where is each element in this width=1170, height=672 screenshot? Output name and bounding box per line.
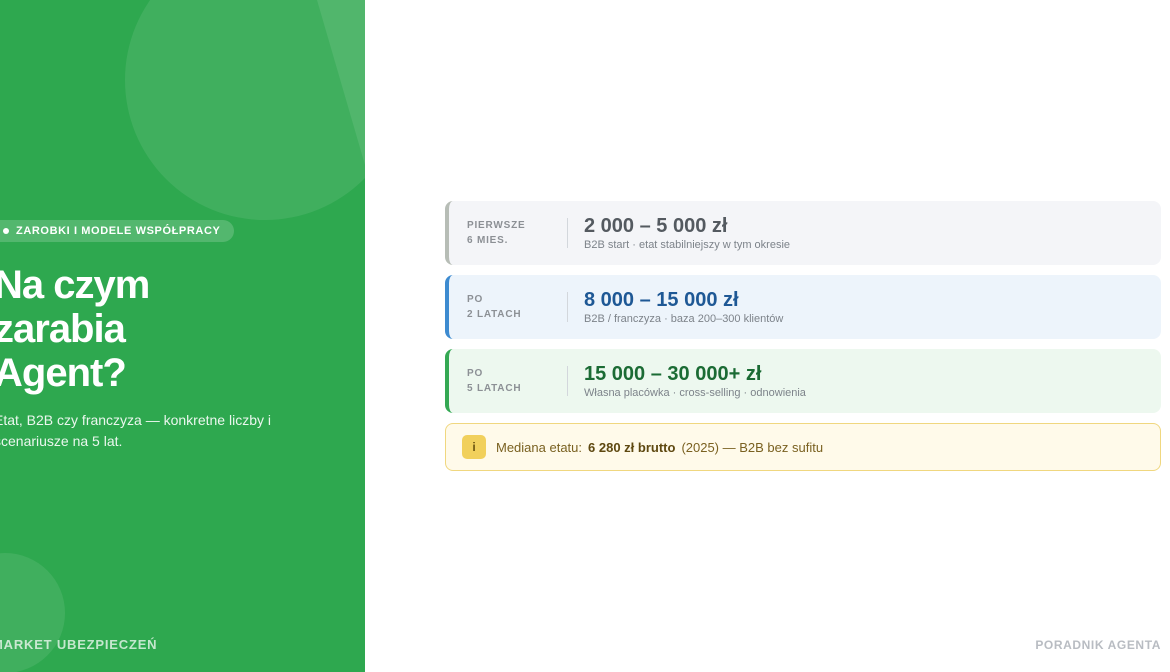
earnings-card-first-6-months: PIERWSZE 6 MIES. 2 000 – 5 000 zł B2B st… (445, 201, 1161, 265)
info-prefix: Mediana etatu: (496, 439, 583, 455)
info-suffix: (2025) — B2B bez sufitu (681, 439, 824, 455)
period-label: PIERWSZE 6 MIES. (467, 218, 567, 248)
earnings-description: Własna placówka · cross-selling · odnowi… (584, 387, 806, 399)
page-title: Na czym zarabia Agent? (0, 263, 150, 395)
earnings-value: 2 000 – 5 000 zł (584, 215, 728, 237)
divider (567, 366, 568, 396)
period-label: PO 5 LATACH (467, 366, 567, 396)
title-line: Na czym (0, 263, 150, 307)
series-footer: PORADNIK AGENTA (1035, 638, 1161, 652)
earnings-description: B2B start · etat stabilniejszy w tym okr… (584, 239, 791, 251)
earnings-value: 8 000 – 15 000 zł (584, 289, 739, 311)
earnings-description: B2B / franczyza · baza 200–300 klientów (584, 313, 784, 325)
badge-dot-icon (3, 228, 9, 234)
period-label: PO 2 LATACH (467, 292, 567, 322)
info-icon: i (462, 435, 486, 459)
period-label-line: 2 LATACH (467, 309, 522, 320)
title-line: zarabia (0, 307, 126, 351)
subtitle-line: Etat, B2B czy franczyza — konkretne licz… (0, 412, 271, 428)
period-label-line: PO (467, 368, 484, 379)
period-label-line: 6 MIES. (467, 235, 509, 246)
period-label-line: PO (467, 294, 484, 305)
earnings-card-after-5-years: PO 5 LATACH 15 000 – 30 000+ zł Własna p… (445, 349, 1161, 413)
decorative-triangle (317, 0, 365, 165)
divider (567, 218, 568, 248)
earnings-value: 15 000 – 30 000+ zł (584, 363, 762, 385)
brand-footer: MARKET UBEZPIECZEŃ (0, 637, 158, 652)
info-highlight: 6 280 zł brutto (588, 439, 676, 455)
period-label-line: PIERWSZE (467, 220, 526, 231)
title-line: Agent? (0, 351, 127, 395)
divider (567, 292, 568, 322)
badge-label: ZAROBKI I MODELE WSPÓŁPRACY (16, 225, 221, 237)
page-subtitle: Etat, B2B czy franczyza — konkretne licz… (0, 410, 294, 452)
category-badge: ZAROBKI I MODELE WSPÓŁPRACY (0, 220, 235, 242)
period-label-line: 5 LATACH (467, 383, 522, 394)
median-info-box: i Mediana etatu: 6 280 zł brutto (2025) — … (445, 423, 1161, 471)
hero-panel: ZAROBKI I MODELE WSPÓŁPRACY Na czym zara… (0, 0, 365, 672)
subtitle-line: scenariusze na 5 lat. (0, 433, 123, 449)
earnings-card-after-2-years: PO 2 LATACH 8 000 – 15 000 zł B2B / fran… (445, 275, 1161, 339)
decorative-circle (0, 553, 65, 672)
info-text: Mediana etatu: 6 280 zł brutto (2025) — B2… (496, 440, 823, 455)
